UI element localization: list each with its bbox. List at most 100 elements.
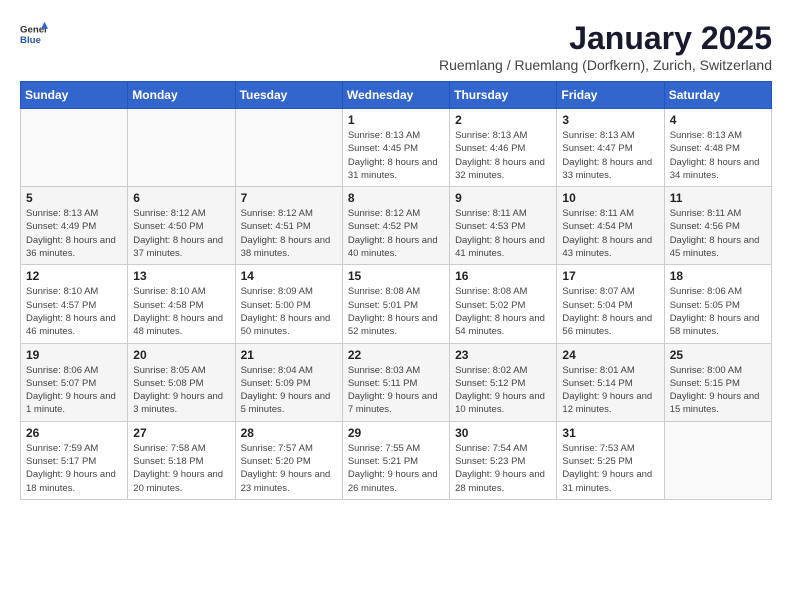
day-info: Sunrise: 7:59 AM Sunset: 5:17 PM Dayligh… bbox=[26, 442, 122, 495]
day-number: 17 bbox=[562, 269, 658, 283]
day-number: 10 bbox=[562, 191, 658, 205]
calendar-cell: 21 Sunrise: 8:04 AM Sunset: 5:09 PM Dayli… bbox=[235, 343, 342, 421]
day-info: Sunrise: 8:13 AM Sunset: 4:48 PM Dayligh… bbox=[670, 129, 766, 182]
calendar-cell: 9 Sunrise: 8:11 AM Sunset: 4:53 PM Daylig… bbox=[450, 187, 557, 265]
calendar-cell bbox=[664, 421, 771, 499]
calendar-cell: 14 Sunrise: 8:09 AM Sunset: 5:00 PM Dayli… bbox=[235, 265, 342, 343]
title-area: January 2025 Ruemlang / Ruemlang (Dorfke… bbox=[439, 20, 772, 73]
calendar-cell: 17 Sunrise: 8:07 AM Sunset: 5:04 PM Dayli… bbox=[557, 265, 664, 343]
day-number: 30 bbox=[455, 426, 551, 440]
day-info: Sunrise: 8:12 AM Sunset: 4:52 PM Dayligh… bbox=[348, 207, 444, 260]
col-friday: Friday bbox=[557, 82, 664, 109]
day-info: Sunrise: 7:53 AM Sunset: 5:25 PM Dayligh… bbox=[562, 442, 658, 495]
day-number: 1 bbox=[348, 113, 444, 127]
col-thursday: Thursday bbox=[450, 82, 557, 109]
day-number: 24 bbox=[562, 348, 658, 362]
day-info: Sunrise: 8:02 AM Sunset: 5:12 PM Dayligh… bbox=[455, 364, 551, 417]
calendar-cell: 16Sunrise: 8:08 AM Sunset: 5:02 PM Dayli… bbox=[450, 265, 557, 343]
week-row-1: 5 Sunrise: 8:13 AM Sunset: 4:49 PM Daylig… bbox=[21, 187, 772, 265]
calendar-cell: 15 Sunrise: 8:08 AM Sunset: 5:01 PM Dayli… bbox=[342, 265, 449, 343]
calendar-cell: 4 Sunrise: 8:13 AM Sunset: 4:48 PM Daylig… bbox=[664, 109, 771, 187]
week-row-4: 26 Sunrise: 7:59 AM Sunset: 5:17 PM Dayli… bbox=[21, 421, 772, 499]
calendar-cell: 23Sunrise: 8:02 AM Sunset: 5:12 PM Dayli… bbox=[450, 343, 557, 421]
day-info: Sunrise: 8:11 AM Sunset: 4:53 PM Dayligh… bbox=[455, 207, 551, 260]
day-number: 26 bbox=[26, 426, 122, 440]
calendar-cell: 3 Sunrise: 8:13 AM Sunset: 4:47 PM Daylig… bbox=[557, 109, 664, 187]
calendar-cell: 26 Sunrise: 7:59 AM Sunset: 5:17 PM Dayli… bbox=[21, 421, 128, 499]
day-number: 11 bbox=[670, 191, 766, 205]
day-number: 28 bbox=[241, 426, 337, 440]
calendar-cell: 31 Sunrise: 7:53 AM Sunset: 5:25 PM Dayli… bbox=[557, 421, 664, 499]
day-info: Sunrise: 7:58 AM Sunset: 5:18 PM Dayligh… bbox=[133, 442, 229, 495]
calendar-title: January 2025 bbox=[439, 20, 772, 57]
calendar-cell: 30 Sunrise: 7:54 AM Sunset: 5:23 PM Dayli… bbox=[450, 421, 557, 499]
day-number: 21 bbox=[241, 348, 337, 362]
day-number: 9 bbox=[455, 191, 551, 205]
day-number: 8 bbox=[348, 191, 444, 205]
day-number: 19 bbox=[26, 348, 122, 362]
day-info: Sunrise: 8:11 AM Sunset: 4:54 PM Dayligh… bbox=[562, 207, 658, 260]
day-info: Sunrise: 7:57 AM Sunset: 5:20 PM Dayligh… bbox=[241, 442, 337, 495]
header-row: Sunday Monday Tuesday Wednesday Thursday… bbox=[21, 82, 772, 109]
calendar-cell: 1 Sunrise: 8:13 AM Sunset: 4:45 PM Daylig… bbox=[342, 109, 449, 187]
calendar-cell bbox=[235, 109, 342, 187]
calendar-cell: 8 Sunrise: 8:12 AM Sunset: 4:52 PM Daylig… bbox=[342, 187, 449, 265]
day-info: Sunrise: 8:10 AM Sunset: 4:57 PM Dayligh… bbox=[26, 285, 122, 338]
logo: General Blue bbox=[20, 20, 48, 48]
day-info: Sunrise: 8:06 AM Sunset: 5:07 PM Dayligh… bbox=[26, 364, 122, 417]
day-number: 7 bbox=[241, 191, 337, 205]
calendar-cell: 10 Sunrise: 8:11 AM Sunset: 4:54 PM Dayli… bbox=[557, 187, 664, 265]
calendar-cell: 27 Sunrise: 7:58 AM Sunset: 5:18 PM Dayli… bbox=[128, 421, 235, 499]
day-number: 20 bbox=[133, 348, 229, 362]
day-number: 29 bbox=[348, 426, 444, 440]
page-header: General Blue January 2025 Ruemlang / Rue… bbox=[20, 20, 772, 73]
day-number: 5 bbox=[26, 191, 122, 205]
col-saturday: Saturday bbox=[664, 82, 771, 109]
day-info: Sunrise: 8:11 AM Sunset: 4:56 PM Dayligh… bbox=[670, 207, 766, 260]
day-info: Sunrise: 8:04 AM Sunset: 5:09 PM Dayligh… bbox=[241, 364, 337, 417]
day-number: 16 bbox=[455, 269, 551, 283]
day-number: 3 bbox=[562, 113, 658, 127]
day-info: Sunrise: 8:06 AM Sunset: 5:05 PM Dayligh… bbox=[670, 285, 766, 338]
day-number: 15 bbox=[348, 269, 444, 283]
calendar-cell: 12 Sunrise: 8:10 AM Sunset: 4:57 PM Dayli… bbox=[21, 265, 128, 343]
col-wednesday: Wednesday bbox=[342, 82, 449, 109]
week-row-2: 12 Sunrise: 8:10 AM Sunset: 4:57 PM Dayli… bbox=[21, 265, 772, 343]
day-info: Sunrise: 7:55 AM Sunset: 5:21 PM Dayligh… bbox=[348, 442, 444, 495]
day-number: 4 bbox=[670, 113, 766, 127]
col-sunday: Sunday bbox=[21, 82, 128, 109]
day-info: Sunrise: 8:10 AM Sunset: 4:58 PM Dayligh… bbox=[133, 285, 229, 338]
day-info: Sunrise: 8:09 AM Sunset: 5:00 PM Dayligh… bbox=[241, 285, 337, 338]
calendar-cell: 22 Sunrise: 8:03 AM Sunset: 5:11 PM Dayli… bbox=[342, 343, 449, 421]
day-info: Sunrise: 8:13 AM Sunset: 4:47 PM Dayligh… bbox=[562, 129, 658, 182]
day-info: Sunrise: 8:12 AM Sunset: 4:50 PM Dayligh… bbox=[133, 207, 229, 260]
day-info: Sunrise: 8:08 AM Sunset: 5:01 PM Dayligh… bbox=[348, 285, 444, 338]
calendar-cell: 5 Sunrise: 8:13 AM Sunset: 4:49 PM Daylig… bbox=[21, 187, 128, 265]
day-number: 14 bbox=[241, 269, 337, 283]
day-number: 25 bbox=[670, 348, 766, 362]
day-info: Sunrise: 8:03 AM Sunset: 5:11 PM Dayligh… bbox=[348, 364, 444, 417]
logo-icon: General Blue bbox=[20, 20, 48, 48]
day-number: 31 bbox=[562, 426, 658, 440]
day-info: Sunrise: 7:54 AM Sunset: 5:23 PM Dayligh… bbox=[455, 442, 551, 495]
calendar-cell bbox=[128, 109, 235, 187]
day-number: 13 bbox=[133, 269, 229, 283]
day-info: Sunrise: 8:05 AM Sunset: 5:08 PM Dayligh… bbox=[133, 364, 229, 417]
calendar-cell: 19 Sunrise: 8:06 AM Sunset: 5:07 PM Dayli… bbox=[21, 343, 128, 421]
calendar-cell bbox=[21, 109, 128, 187]
day-info: Sunrise: 8:13 AM Sunset: 4:49 PM Dayligh… bbox=[26, 207, 122, 260]
calendar-cell: 25 Sunrise: 8:00 AM Sunset: 5:15 PM Dayli… bbox=[664, 343, 771, 421]
day-number: 27 bbox=[133, 426, 229, 440]
calendar-subtitle: Ruemlang / Ruemlang (Dorfkern), Zurich, … bbox=[439, 57, 772, 73]
day-info: Sunrise: 8:07 AM Sunset: 5:04 PM Dayligh… bbox=[562, 285, 658, 338]
calendar-cell: 6 Sunrise: 8:12 AM Sunset: 4:50 PM Daylig… bbox=[128, 187, 235, 265]
day-number: 22 bbox=[348, 348, 444, 362]
calendar-cell: 29 Sunrise: 7:55 AM Sunset: 5:21 PM Dayli… bbox=[342, 421, 449, 499]
day-info: Sunrise: 8:00 AM Sunset: 5:15 PM Dayligh… bbox=[670, 364, 766, 417]
day-number: 12 bbox=[26, 269, 122, 283]
day-number: 6 bbox=[133, 191, 229, 205]
calendar-cell: 11 Sunrise: 8:11 AM Sunset: 4:56 PM Dayli… bbox=[664, 187, 771, 265]
day-info: Sunrise: 8:13 AM Sunset: 4:45 PM Dayligh… bbox=[348, 129, 444, 182]
day-info: Sunrise: 8:12 AM Sunset: 4:51 PM Dayligh… bbox=[241, 207, 337, 260]
calendar-cell: 18Sunrise: 8:06 AM Sunset: 5:05 PM Dayli… bbox=[664, 265, 771, 343]
